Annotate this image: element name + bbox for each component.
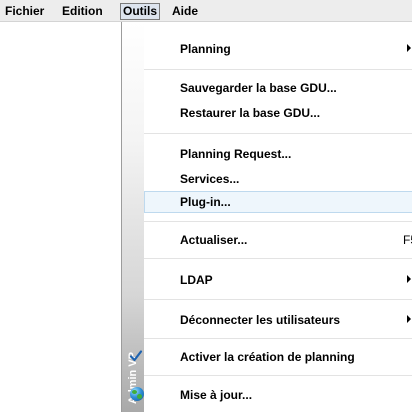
menu-item-label: Services... bbox=[180, 172, 240, 186]
menu-item-planning-request[interactable]: Planning Request... bbox=[144, 143, 412, 165]
menu-item-deconnecter-utilisateurs[interactable]: Déconnecter les utilisateurs bbox=[144, 309, 412, 331]
menu-item-shortcut: F5 bbox=[403, 233, 412, 247]
submenu-arrow-icon bbox=[407, 275, 411, 283]
outils-dropdown-menu: Admin VP Planning Sauvegarder la base GD… bbox=[121, 22, 412, 412]
menu-item-sauvegarder-base[interactable]: Sauvegarder la base GDU... bbox=[144, 77, 412, 99]
menu-item-label: Sauvegarder la base GDU... bbox=[180, 81, 337, 95]
menu-item-label: Planning bbox=[180, 42, 231, 56]
menu-item-label: Plug-in... bbox=[180, 195, 231, 209]
menu-item-label: Actualiser... bbox=[180, 233, 248, 247]
menu-separator bbox=[144, 69, 412, 70]
menu-separator bbox=[144, 258, 412, 259]
submenu-arrow-icon bbox=[407, 44, 411, 52]
menu-item-mise-a-jour[interactable]: Mise à jour... bbox=[130, 384, 412, 406]
menu-item-restaurer-base[interactable]: Restaurer la base GDU... bbox=[144, 102, 412, 124]
menu-separator bbox=[144, 221, 412, 222]
menu-aide[interactable]: Aide bbox=[172, 5, 198, 18]
menu-item-label: Restaurer la base GDU... bbox=[180, 106, 321, 120]
menu-item-ldap[interactable]: LDAP bbox=[144, 269, 412, 291]
check-icon bbox=[129, 350, 143, 362]
menu-item-plug-in[interactable]: Plug-in... bbox=[144, 191, 412, 213]
menu-edition[interactable]: Edition bbox=[62, 5, 103, 18]
menu-item-activer-creation-planning[interactable]: Activer la création de planning bbox=[129, 346, 412, 368]
menu-item-planning[interactable]: Planning bbox=[144, 38, 412, 60]
menu-separator bbox=[144, 338, 412, 339]
menu-separator bbox=[144, 375, 412, 376]
menu-item-actualiser[interactable]: Actualiser... F5 bbox=[144, 229, 412, 251]
menu-item-label: Planning Request... bbox=[180, 147, 292, 161]
menu-separator bbox=[144, 299, 412, 300]
menu-item-label: Activer la création de planning bbox=[180, 350, 355, 364]
menu-item-label: Mise à jour... bbox=[180, 388, 253, 402]
submenu-arrow-icon bbox=[407, 315, 411, 323]
menu-item-services[interactable]: Services... bbox=[144, 168, 412, 190]
menu-bar: Fichier Edition Outils Aide bbox=[0, 0, 412, 22]
menu-item-label: Déconnecter les utilisateurs bbox=[180, 313, 341, 327]
globe-icon bbox=[130, 387, 144, 401]
menu-item-label: LDAP bbox=[180, 273, 213, 287]
menu-fichier[interactable]: Fichier bbox=[5, 5, 44, 18]
menu-separator bbox=[144, 133, 412, 134]
menu-outils[interactable]: Outils bbox=[120, 3, 161, 20]
